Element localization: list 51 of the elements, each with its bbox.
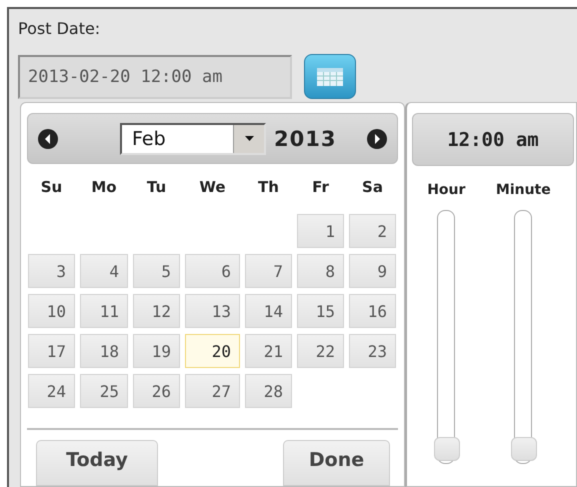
day-cell[interactable]: 6 xyxy=(185,254,240,288)
day-cell[interactable]: 14 xyxy=(245,294,292,328)
day-cell[interactable]: 1 xyxy=(297,214,344,248)
weekday-label: Sa xyxy=(361,178,384,198)
weekday-label: Mo xyxy=(90,178,118,198)
today-button[interactable]: Today xyxy=(36,440,158,486)
slider-label: Hour xyxy=(427,182,466,198)
day-cell[interactable]: 8 xyxy=(297,254,344,288)
weekday-label: Su xyxy=(40,178,64,198)
day-cell[interactable]: 3 xyxy=(28,254,75,288)
day-cell[interactable]: 16 xyxy=(349,294,396,328)
weekday-label: Tu xyxy=(146,178,168,198)
calendar-icon xyxy=(317,68,343,86)
day-cell[interactable]: 24 xyxy=(28,374,75,408)
slider-thumb[interactable] xyxy=(434,437,460,461)
date-field[interactable]: 2013-02-20 12:00 am xyxy=(18,54,292,98)
day-cell[interactable]: 7 xyxy=(245,254,292,288)
day-cell[interactable]: 21 xyxy=(245,334,292,368)
day-cell[interactable]: 25 xyxy=(80,374,128,408)
previous-month-icon[interactable] xyxy=(38,128,58,148)
caret-icon xyxy=(244,136,254,141)
weekday-label: Fr xyxy=(311,178,330,198)
day-cell[interactable]: 11 xyxy=(80,294,128,328)
day-cell[interactable]: 20 xyxy=(185,334,240,368)
day-cell[interactable]: 19 xyxy=(133,334,180,368)
day-cell[interactable]: 12 xyxy=(133,294,180,328)
day-cell[interactable]: 4 xyxy=(80,254,128,288)
day-cell[interactable]: 18 xyxy=(80,334,128,368)
day-cell[interactable]: 5 xyxy=(133,254,180,288)
year-text: 2013 xyxy=(274,126,336,150)
day-cell[interactable]: 10 xyxy=(28,294,75,328)
day-cell[interactable]: 26 xyxy=(133,374,180,408)
day-cell[interactable]: 22 xyxy=(297,334,344,368)
slider-label: Minute xyxy=(496,182,551,198)
day-cell[interactable]: 15 xyxy=(297,294,344,328)
month-dropdown[interactable]: Feb xyxy=(120,122,266,154)
day-cell[interactable]: 9 xyxy=(349,254,396,288)
calendar-button[interactable] xyxy=(304,54,356,99)
day-cell[interactable]: 28 xyxy=(245,374,292,408)
day-cell[interactable]: 27 xyxy=(185,374,240,408)
next-month-icon[interactable] xyxy=(367,128,387,148)
weekday-label: Th xyxy=(257,178,280,198)
day-cell[interactable]: 17 xyxy=(28,334,75,368)
time-button[interactable]: 12:00 am xyxy=(412,113,574,166)
field-label: Post Date: xyxy=(18,19,102,40)
done-button[interactable]: Done xyxy=(283,440,390,486)
slider-thumb[interactable] xyxy=(511,437,538,461)
day-cell[interactable]: 2 xyxy=(349,214,396,248)
day-cell[interactable]: 13 xyxy=(185,294,240,328)
weekday-label: We xyxy=(198,178,227,198)
day-cell[interactable]: 23 xyxy=(349,334,396,368)
